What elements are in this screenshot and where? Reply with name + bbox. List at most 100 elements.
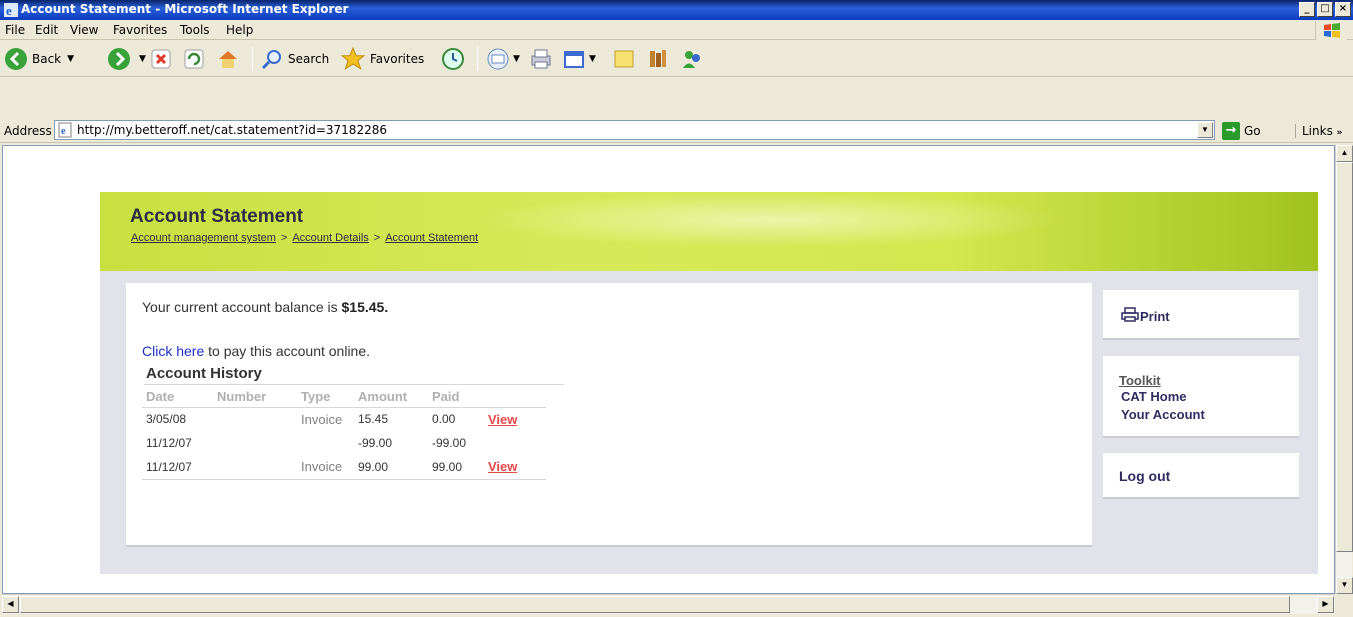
horizontal-scroll-thumb[interactable]: [20, 596, 1290, 613]
balance-prefix: Your current account balance is: [142, 299, 342, 315]
back-button[interactable]: Back ▼: [4, 46, 74, 72]
view-link[interactable]: View: [488, 412, 517, 427]
print-toolbar-button[interactable]: [529, 46, 553, 72]
close-button[interactable]: ×: [1335, 2, 1351, 17]
breadcrumb: Account management system > Account Detail…: [131, 232, 478, 244]
home-button[interactable]: [216, 46, 240, 72]
menu-view[interactable]: View: [70, 23, 98, 37]
maximize-button[interactable]: □: [1317, 2, 1333, 17]
scroll-right-button[interactable]: ▶: [1317, 596, 1334, 613]
cell-number: [213, 455, 297, 480]
svg-text:e: e: [6, 3, 12, 18]
dropdown-arrow-icon: ▼: [589, 54, 596, 64]
cell-amount: 15.45: [358, 412, 389, 427]
breadcrumb-separator: >: [373, 232, 381, 244]
links-button[interactable]: Links »: [1295, 124, 1342, 138]
minimize-button[interactable]: _: [1299, 2, 1315, 17]
column-header-type: Type: [297, 387, 354, 408]
back-label: Back: [32, 52, 62, 66]
logout-link[interactable]: Log out: [1119, 468, 1170, 484]
messenger-button[interactable]: [680, 46, 704, 72]
cell-date: 11/12/07: [142, 455, 213, 480]
menu-favorites[interactable]: Favorites: [113, 23, 167, 37]
links-label: Links: [1302, 124, 1333, 138]
scroll-left-button[interactable]: ◀: [2, 596, 19, 613]
cell-number: [213, 431, 297, 455]
scrollbar-corner: [1335, 594, 1353, 614]
svg-text:e: e: [61, 126, 66, 137]
print-box[interactable]: Print: [1103, 290, 1299, 340]
pay-online-suffix: to pay this account online.: [204, 343, 371, 359]
dropdown-arrow-icon: ▼: [139, 54, 146, 64]
forward-button[interactable]: ▼: [107, 46, 146, 72]
refresh-icon: [184, 49, 204, 69]
column-header-amount: Amount: [354, 387, 428, 408]
vertical-scrollbar[interactable]: ▲ ▼: [1335, 145, 1353, 594]
research-icon: [650, 50, 666, 67]
messenger-icon: [683, 51, 700, 68]
cat-home-link[interactable]: CAT Home: [1121, 389, 1186, 404]
address-input[interactable]: e http://my.betteroff.net/cat.statement?…: [54, 120, 1215, 140]
horizontal-scrollbar[interactable]: ◀ ▶: [2, 594, 1335, 614]
dropdown-arrow-icon: ▼: [513, 54, 520, 64]
page-icon: e: [58, 122, 72, 138]
printer-icon: [531, 49, 551, 69]
address-bar: Address e http://my.betteroff.net/cat.st…: [0, 117, 1353, 143]
toolkit-box: Toolkit CAT Home Your Account: [1103, 356, 1299, 438]
address-dropdown-button[interactable]: ▼: [1197, 122, 1213, 138]
menu-edit[interactable]: Edit: [35, 23, 58, 37]
menu-help[interactable]: Help: [226, 23, 253, 37]
mail-icon: [487, 48, 509, 70]
toolbar-separator: [252, 47, 253, 71]
print-link[interactable]: Print: [1140, 309, 1170, 324]
go-label: Go: [1244, 124, 1261, 138]
breadcrumb-link-system[interactable]: Account management system: [131, 232, 276, 244]
statement-card: Account Statement Account management sys…: [100, 192, 1318, 574]
go-button[interactable]: → Go: [1222, 121, 1261, 141]
breadcrumb-link-details[interactable]: Account Details: [292, 232, 368, 244]
search-label: Search: [288, 52, 330, 66]
breadcrumb-link-statement[interactable]: Account Statement: [385, 232, 478, 244]
cell-type: [297, 431, 354, 455]
favorites-label: Favorites: [370, 52, 425, 66]
scroll-up-button[interactable]: ▲: [1336, 145, 1353, 162]
dropdown-arrow-icon: ▼: [67, 54, 75, 64]
menu-file[interactable]: File: [5, 23, 25, 37]
scroll-down-button[interactable]: ▼: [1336, 577, 1353, 594]
stop-button[interactable]: [150, 46, 172, 72]
toolbar-separator: [477, 47, 478, 71]
research-button[interactable]: [646, 46, 670, 72]
toolkit-link[interactable]: Toolkit: [1119, 373, 1161, 388]
forward-arrow-icon: [108, 48, 130, 70]
table-header-row: Date Number Type Amount Paid: [142, 387, 546, 408]
favorites-button[interactable]: Favorites: [340, 46, 424, 72]
discuss-button[interactable]: [612, 46, 636, 72]
column-header-date: Date: [142, 387, 213, 408]
search-button[interactable]: Search: [260, 46, 329, 72]
history-button[interactable]: [441, 46, 465, 72]
history-icon: [442, 48, 464, 70]
view-link[interactable]: View: [488, 459, 517, 474]
mail-button[interactable]: ▼: [486, 46, 520, 72]
refresh-button[interactable]: [183, 46, 205, 72]
edit-icon: [564, 51, 584, 68]
column-header-number: Number: [213, 387, 297, 408]
browser-window: e Account Statement - Microsoft Internet…: [0, 0, 1353, 617]
pay-online-link[interactable]: Click here: [142, 343, 204, 359]
edit-button[interactable]: ▼: [562, 46, 596, 72]
header-banner: Account Statement Account management sys…: [100, 192, 1318, 271]
home-icon: [219, 51, 237, 68]
menu-tools[interactable]: Tools: [180, 23, 210, 37]
history-title: Account History: [146, 365, 262, 382]
windows-logo-icon: [1315, 21, 1347, 40]
address-label: Address: [4, 124, 52, 138]
cell-amount: -99.00: [358, 436, 393, 450]
history-table: Date Number Type Amount Paid 3/05/08 Inv…: [142, 387, 546, 480]
vertical-scroll-thumb[interactable]: [1336, 162, 1353, 552]
your-account-link[interactable]: Your Account: [1121, 407, 1205, 422]
toolbar: Back ▼ ▼ Search Favorites ▼ ▼: [0, 41, 1353, 77]
cell-number: [213, 407, 297, 431]
stop-icon: [151, 49, 171, 69]
pay-online-text: Click here to pay this account online.: [142, 343, 370, 359]
logout-box: Log out: [1103, 453, 1299, 499]
